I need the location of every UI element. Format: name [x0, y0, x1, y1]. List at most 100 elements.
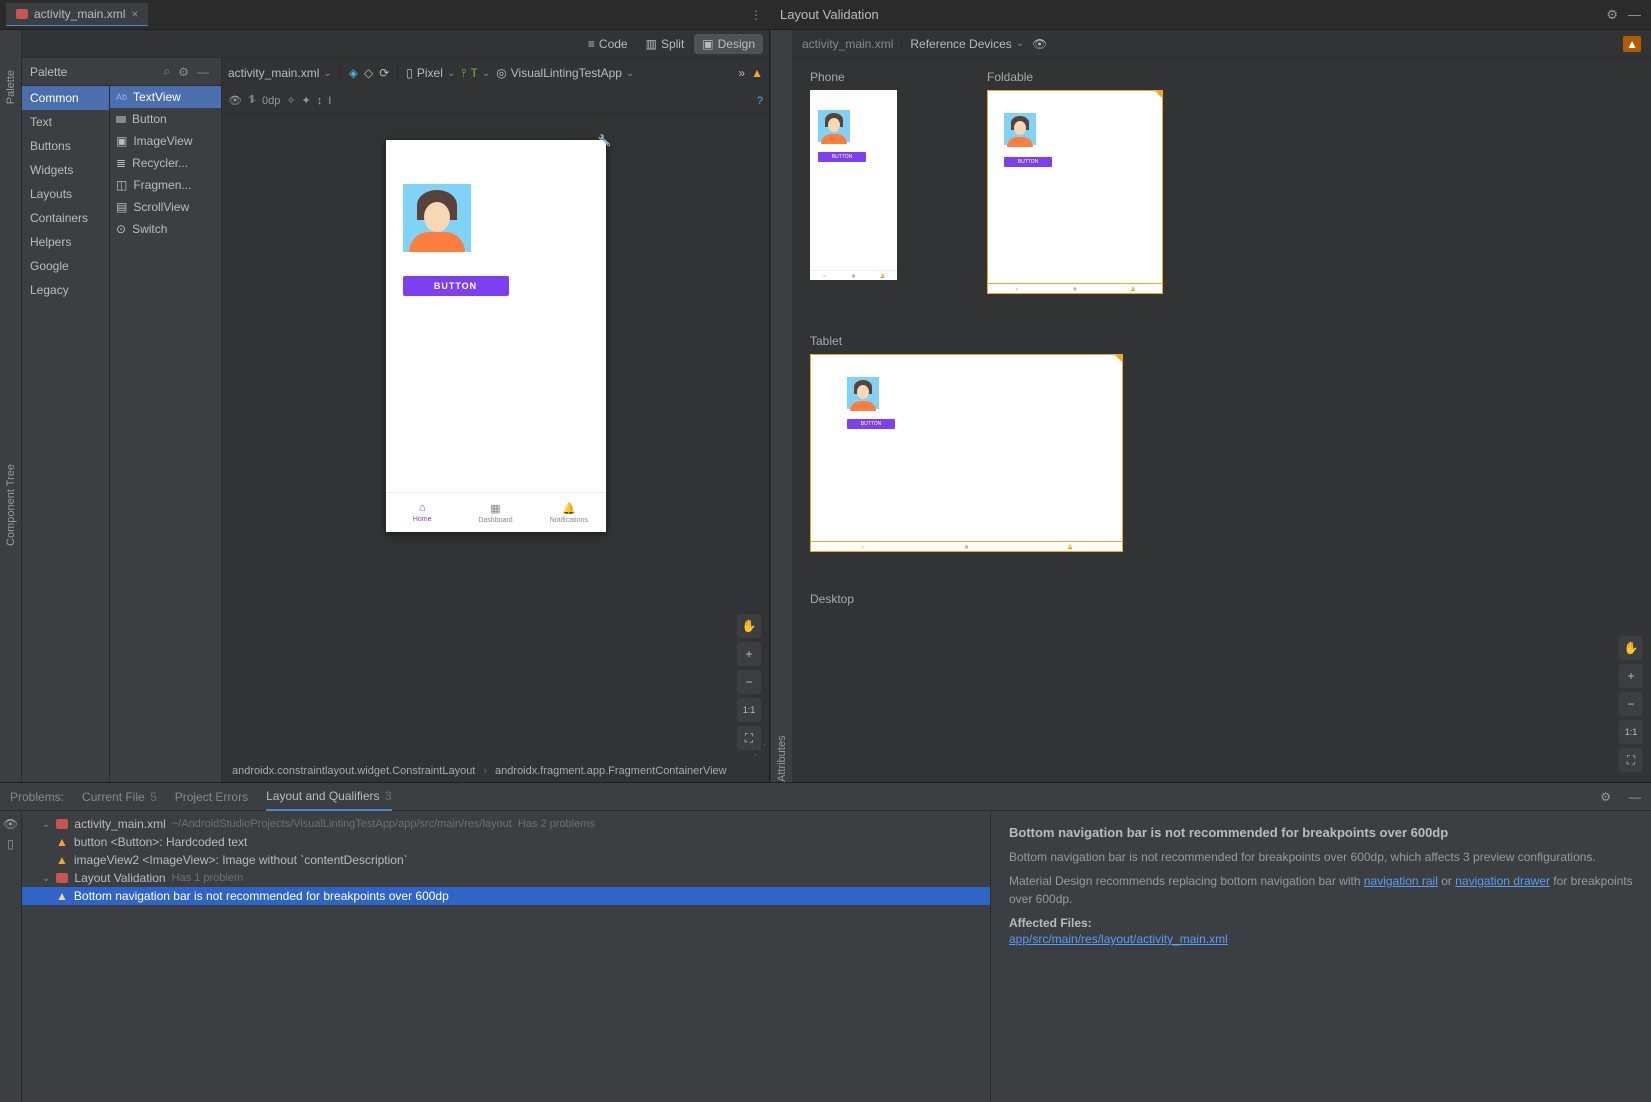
- device-label-phone: Phone: [810, 70, 897, 84]
- file-dropdown[interactable]: activity_main.xml⌄: [228, 66, 332, 80]
- pan-button[interactable]: ✋: [737, 614, 761, 638]
- palette-item-fragment[interactable]: ◫Fragmen...: [110, 174, 221, 196]
- palette-cat-common[interactable]: Common: [22, 86, 109, 110]
- magnet-icon[interactable]: ⥮: [248, 94, 256, 107]
- pan-button[interactable]: ✋: [1619, 636, 1643, 660]
- palette-cat-containers[interactable]: Containers: [22, 206, 109, 230]
- palette-categories: Common Text Buttons Widgets Layouts Cont…: [22, 86, 110, 782]
- preview-phone[interactable]: BUTTON ⌂▦🔔: [810, 90, 897, 280]
- problems-file-node[interactable]: ⌄ activity_main.xml ~/AndroidStudioProje…: [22, 815, 990, 833]
- problem-item-selected[interactable]: ▲Bottom navigation bar is not recommende…: [22, 887, 990, 905]
- eye-icon[interactable]: 👁: [228, 94, 242, 107]
- palette-cat-widgets[interactable]: Widgets: [22, 158, 109, 182]
- component-tree-rail-label[interactable]: Component Tree: [5, 464, 17, 546]
- view-code-button[interactable]: ≡Code: [580, 34, 636, 54]
- palette-item-recycler[interactable]: ≣Recycler...: [110, 152, 221, 174]
- button-preview[interactable]: BUTTON: [403, 276, 509, 296]
- layers-icon[interactable]: ◈: [349, 66, 358, 80]
- palette-cat-google[interactable]: Google: [22, 254, 109, 278]
- zoom-fit-button[interactable]: ⛶: [1619, 748, 1643, 772]
- search-icon[interactable]: ⌕: [160, 64, 175, 79]
- editor-tabs: activity_main.xml × ⋮: [0, 0, 770, 29]
- palette-cat-helpers[interactable]: Helpers: [22, 230, 109, 254]
- breadcrumb: androidx.constraintlayout.widget.Constra…: [222, 760, 769, 782]
- wand-icon[interactable]: ✧: [286, 94, 295, 107]
- gear-icon[interactable]: ⚙: [174, 65, 193, 79]
- tab-layout-qualifiers[interactable]: Layout and Qualifiers 3: [266, 783, 391, 811]
- resize-handle-icon[interactable]: ⋰: [753, 741, 767, 758]
- breadcrumb-segment[interactable]: androidx.constraintlayout.widget.Constra…: [232, 765, 475, 777]
- palette-item-textview[interactable]: AbTextView: [110, 86, 221, 108]
- warning-icon: [1154, 90, 1163, 99]
- file-tab[interactable]: activity_main.xml ×: [6, 3, 148, 26]
- palette-item-imageview[interactable]: ▣ImageView: [110, 130, 221, 152]
- zoom-11-button[interactable]: 1:1: [737, 698, 761, 722]
- zoom-in-button[interactable]: +: [1619, 664, 1643, 688]
- warning-icon[interactable]: ▲: [1623, 36, 1641, 52]
- tab-project-errors[interactable]: Project Errors: [175, 784, 248, 810]
- bell-icon: 🔔: [562, 502, 576, 515]
- palette-panel: Palette ⌕ ⚙ — Common Text Buttons Widget…: [22, 58, 222, 782]
- tab-current-file[interactable]: Current File 5: [82, 784, 157, 810]
- problem-item[interactable]: ▲button <Button>: Hardcoded text: [22, 833, 990, 851]
- device-label-tablet: Tablet: [810, 334, 1633, 348]
- problem-detail: Bottom navigation bar is not recommended…: [991, 811, 1651, 1102]
- bottom-nav-preview[interactable]: ⌂Home ▦Dashboard 🔔Notifications: [386, 492, 606, 532]
- close-icon[interactable]: ×: [131, 7, 138, 21]
- zoom-in-button[interactable]: +: [737, 642, 761, 666]
- dp-value[interactable]: 0dp: [262, 95, 280, 107]
- xml-file-icon: [56, 819, 68, 829]
- palette-item-scrollview[interactable]: ▤ScrollView: [110, 196, 221, 218]
- link-navigation-drawer[interactable]: navigation drawer: [1455, 874, 1550, 888]
- palette-items: AbTextView Button ▣ImageView ≣Recycler..…: [110, 86, 221, 782]
- palette-cat-legacy[interactable]: Legacy: [22, 278, 109, 302]
- gear-icon[interactable]: ⚙: [1600, 790, 1611, 804]
- home-icon: ⌂: [419, 502, 426, 514]
- design-canvas[interactable]: 🔧 BUTTON ⌂Home ▦Dashboard 🔔Notifications: [386, 140, 606, 532]
- preview-foldable[interactable]: BUTTON ⌂▦🔔: [987, 90, 1163, 294]
- clear-icon[interactable]: ✦: [302, 94, 311, 107]
- affected-file-link[interactable]: app/src/main/res/layout/activity_main.xm…: [1009, 932, 1228, 946]
- palette-rail-label[interactable]: Palette: [5, 70, 17, 104]
- chain-icon[interactable]: ↕: [317, 95, 323, 107]
- app-dropdown[interactable]: ◎ VisualLintingTestApp⌄: [496, 66, 634, 80]
- warning-icon: [1114, 354, 1123, 363]
- blueprint-icon[interactable]: ◇: [364, 66, 373, 80]
- problems-label: Problems:: [10, 784, 64, 810]
- view-split-button[interactable]: ▥Split: [638, 34, 693, 54]
- minimize-icon[interactable]: —: [1628, 7, 1641, 22]
- theme-dropdown[interactable]: ⫯ T⌄: [461, 66, 490, 81]
- palette-item-button[interactable]: Button: [110, 108, 221, 130]
- help-icon[interactable]: ?: [757, 95, 763, 107]
- zoom-out-button[interactable]: −: [737, 670, 761, 694]
- reference-devices-dropdown[interactable]: Reference Devices⌄: [910, 37, 1024, 51]
- minimize-icon[interactable]: —: [1629, 790, 1641, 804]
- guideline-icon[interactable]: I: [328, 95, 331, 107]
- overflow-icon[interactable]: »: [738, 66, 745, 80]
- palette-title: Palette: [30, 65, 67, 79]
- device-dropdown[interactable]: ▯ Pixel⌄: [406, 66, 455, 80]
- problem-item[interactable]: ▲imageView2 <ImageView>: Image without `…: [22, 851, 990, 869]
- view-design-button[interactable]: ▣Design: [694, 34, 763, 54]
- palette-item-switch[interactable]: ⊙Switch: [110, 218, 221, 240]
- palette-cat-layouts[interactable]: Layouts: [22, 182, 109, 206]
- kebab-icon[interactable]: ⋮: [742, 8, 770, 22]
- minimize-icon[interactable]: —: [193, 65, 213, 79]
- wrench-icon[interactable]: 🔧: [598, 134, 612, 147]
- zoom-out-button[interactable]: −: [1619, 692, 1643, 716]
- imageview-preview[interactable]: [403, 184, 471, 252]
- filter-icon[interactable]: ▯: [7, 837, 14, 851]
- palette-cat-buttons[interactable]: Buttons: [22, 134, 109, 158]
- zoom-11-button[interactable]: 1:1: [1619, 720, 1643, 744]
- warning-icon[interactable]: ▲: [751, 66, 763, 80]
- preview-tablet[interactable]: BUTTON ⌂▦🔔: [810, 354, 1123, 552]
- link-navigation-rail[interactable]: navigation rail: [1364, 874, 1438, 888]
- gear-icon[interactable]: ⚙: [1606, 7, 1618, 23]
- palette-cat-text[interactable]: Text: [22, 110, 109, 134]
- problems-group-node[interactable]: ⌄ Layout Validation Has 1 problem: [22, 869, 990, 887]
- attributes-rail-label[interactable]: Attributes: [776, 40, 788, 782]
- eye-icon[interactable]: 👁: [3, 817, 18, 831]
- eye-icon[interactable]: 👁: [1032, 37, 1047, 51]
- orientation-icon[interactable]: ⟳: [379, 66, 389, 80]
- breadcrumb-segment[interactable]: androidx.fragment.app.FragmentContainerV…: [495, 765, 727, 777]
